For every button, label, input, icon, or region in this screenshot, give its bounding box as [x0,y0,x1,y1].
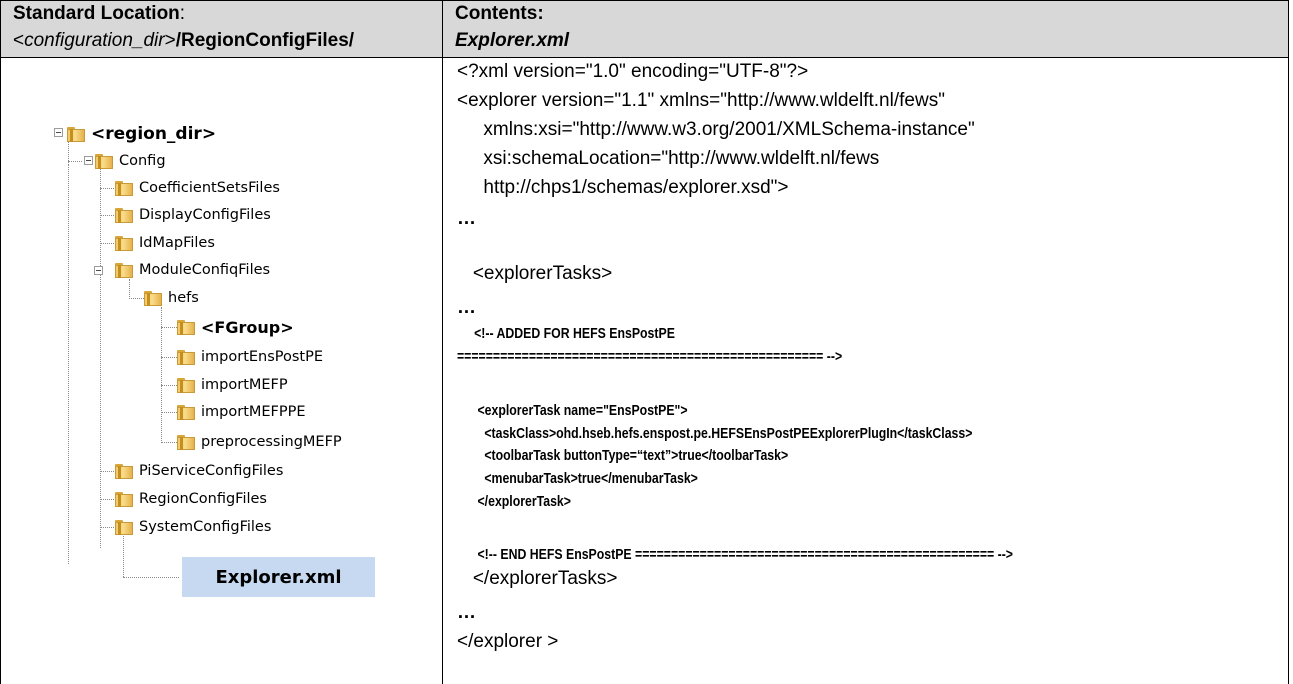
ellipsis-line: … [457,208,476,229]
tree-item-hefs[interactable]: hefs [144,287,199,309]
ellipsis-line: … [457,297,476,318]
contents-filename: Explorer.xml [455,30,570,51]
xml-line: <?xml version="1.0" encoding="UTF-8"?> [457,61,809,82]
xml-line: xsi:schemaLocation="http://www.wldelft.n… [457,148,880,169]
xml-line: <menubarTask>true</menubarTask> [457,470,698,487]
xml-comment-line: <!-- END HEFS EnsPostPE ================… [457,546,1013,563]
header-right-cell: Contents: Explorer.xml [442,0,1289,58]
config-collapse-icon[interactable] [84,156,93,165]
location-path: <configuration_dir>/RegionConfigFiles/ [13,30,354,52]
folder-icon [177,349,195,365]
tree-item-importmefp[interactable]: importMEFP [177,374,288,396]
folder-icon [177,434,195,450]
xml-line: <explorer version="1.1" xmlns="http://ww… [457,90,945,111]
folder-icon [115,180,133,196]
root-collapse-icon[interactable] [54,128,63,137]
tree-item-piserviceconfigfiles[interactable]: PiServiceConfigFiles [115,460,283,482]
folder-icon [115,463,133,479]
xml-comment-line: <!-- ADDED FOR HEFS EnsPostPE [457,325,675,342]
folder-tree: <region_dir> Config CoefficientSetsFiles… [1,57,444,684]
xml-line: </explorerTasks> [457,568,618,589]
moduleconfigfiles-collapse-icon[interactable] [94,266,103,275]
path-folder: /RegionConfigFiles/ [175,30,355,51]
xml-line: <taskClass>ohd.hseb.hefs.enspost.pe.HEFS… [457,425,973,442]
tree-item-idmapfiles[interactable]: IdMapFiles [115,232,215,254]
xml-comment-line: ========================================… [457,348,843,365]
tree-item-systemconfigfiles[interactable]: SystemConfigFiles [115,516,271,538]
xml-line: xmlns:xsi="http://www.w3.org/2001/XMLSch… [457,119,975,140]
folder-icon [115,235,133,251]
xml-line: </explorerTask> [457,493,571,510]
folder-icon [67,126,85,142]
tree-item-moduleconfiqfiles[interactable]: ModuleConfiqFiles [115,259,270,281]
folder-icon [177,319,195,335]
folder-icon [115,262,133,278]
path-variable: configuration_dir [24,30,165,51]
folder-icon [144,290,162,306]
tree-item-coefficientsetsfiles[interactable]: CoefficientSetsFiles [115,177,280,199]
xml-line: http://chps1/schemas/explorer.xsd"> [457,177,789,198]
document-table: Standard Location: <configuration_dir>/R… [0,0,1289,684]
xml-line: <explorerTasks> [457,263,613,284]
folder-icon [115,519,133,535]
xml-line: </explorer > [457,631,559,652]
folder-icon [177,377,195,393]
folder-icon [115,207,133,223]
tree-item-importmefppe[interactable]: importMEFPPE [177,401,306,423]
folder-icon [95,153,113,169]
path-bracket-close: > [164,30,176,51]
tree-item-fgroup[interactable]: <FGroup> [177,316,294,338]
standard-location-label: Standard Location [13,3,180,24]
xml-line: <explorerTask name="EnsPostPE"> [457,402,688,419]
xml-line: <toolbarTask buttonType=“text”>true</too… [457,447,789,464]
standard-location-heading: Standard Location: [13,3,185,25]
folder-icon [177,404,195,420]
file-contents-cell: <?xml version="1.0" encoding="UTF-8"?> <… [442,57,1289,684]
folder-tree-cell: <region_dir> Config CoefficientSetsFiles… [0,57,443,684]
header-left-cell: Standard Location: <configuration_dir>/R… [0,0,443,58]
path-bracket-open: < [13,30,25,51]
contents-heading: Contents: [455,3,544,24]
explorer-xml-file-highlight[interactable]: Explorer.xml [182,557,375,597]
tree-item-regionconfigfiles[interactable]: RegionConfigFiles [115,488,267,510]
ellipsis-line: … [457,602,476,623]
heading-colon: : [179,3,186,24]
tree-item-region-dir[interactable]: <region_dir> [67,123,216,145]
folder-icon [115,491,133,507]
tree-item-config[interactable]: Config [95,150,166,172]
tree-item-preprocessingmefp[interactable]: preprocessingMEFP [177,431,342,453]
tree-item-displayconfigfiles[interactable]: DisplayConfigFiles [115,204,271,226]
tree-item-importenspostpe[interactable]: importEnsPostPE [177,346,323,368]
